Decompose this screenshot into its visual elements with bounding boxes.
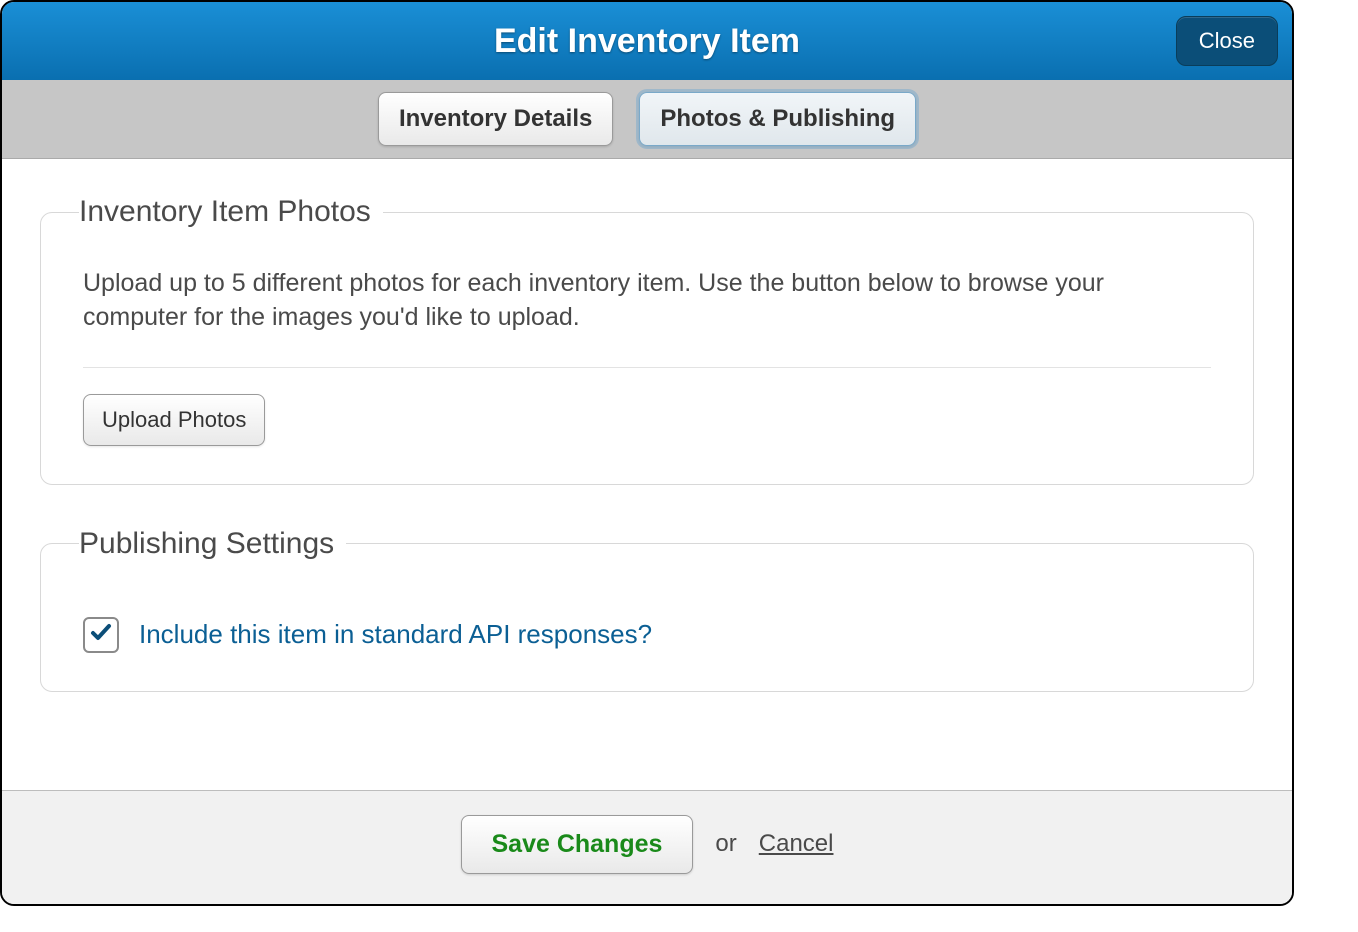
dialog-titlebar: Edit Inventory Item Close [2,2,1292,80]
upload-photos-button[interactable]: Upload Photos [83,394,265,446]
tab-inventory-details[interactable]: Inventory Details [378,92,613,146]
include-api-row: Include this item in standard API respon… [83,617,1211,653]
include-api-label[interactable]: Include this item in standard API respon… [139,619,652,650]
tab-bar: Inventory Details Photos & Publishing [2,80,1292,159]
check-icon [89,620,113,649]
photos-panel-legend: Inventory Item Photos [79,195,383,229]
dialog-title: Edit Inventory Item [494,22,800,61]
cancel-link[interactable]: Cancel [759,830,834,858]
include-api-checkbox[interactable] [83,617,119,653]
close-button[interactable]: Close [1176,16,1278,66]
dialog-footer: Save Changes or Cancel [2,790,1292,904]
photos-panel: Inventory Item Photos Upload up to 5 dif… [40,195,1254,485]
tab-photos-publishing[interactable]: Photos & Publishing [639,92,916,146]
edit-inventory-dialog: Edit Inventory Item Close Inventory Deta… [0,0,1294,906]
or-text: or [715,830,736,858]
divider [83,367,1211,368]
photos-panel-description: Upload up to 5 different photos for each… [83,267,1211,335]
publishing-panel-legend: Publishing Settings [79,527,346,561]
save-changes-button[interactable]: Save Changes [461,815,694,874]
publishing-panel: Publishing Settings Include this item in… [40,527,1254,692]
dialog-content: Inventory Item Photos Upload up to 5 dif… [2,159,1292,790]
